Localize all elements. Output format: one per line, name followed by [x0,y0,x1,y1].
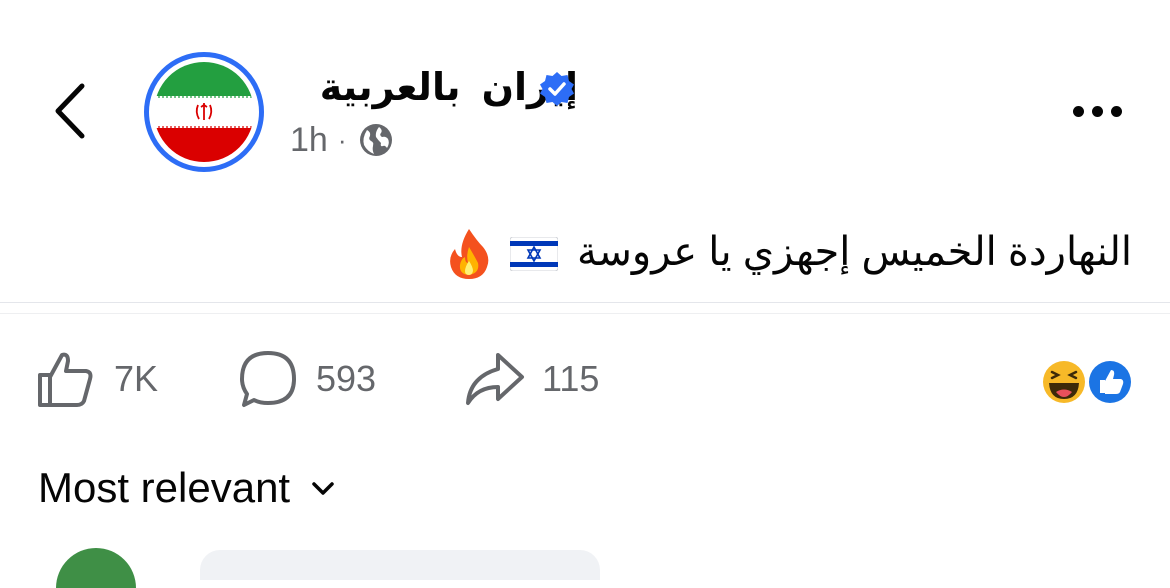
comment-count: 593 [316,358,377,399]
more-options-button[interactable] [1064,96,1130,126]
reactions-summary[interactable] [1036,356,1136,408]
iran-flag-avatar [154,62,254,162]
back-button[interactable] [48,78,94,144]
flag-israel-emoji [509,237,558,272]
chevron-down-icon [312,482,334,495]
post-message: النهاردة الخميس إجهزي يا عروسة [576,230,1132,274]
thumbs-up-icon [38,352,93,407]
more-dot [1110,105,1122,117]
fire-emoji [449,229,489,280]
comment-button[interactable]: 593 [236,344,376,414]
commenter-avatar[interactable] [56,548,136,588]
post-meta: 1h · [290,116,395,164]
more-horizontal-icon [1072,105,1084,117]
like-count: 7K [114,358,159,399]
comment-bubble[interactable] [200,550,600,580]
post-text: النهاردة الخميس إجهزي يا عروسة [447,220,1132,284]
globe-icon [359,124,392,156]
verified-badge-icon [538,70,576,108]
comment-bubble-icon [240,351,296,407]
like-button[interactable]: 7K [34,344,158,414]
sort-label: Most relevant [38,464,291,511]
haha-reaction-icon [1041,359,1087,405]
comments-sort-button[interactable]: Most relevant [38,458,338,518]
share-count: 115 [542,358,600,399]
post-time[interactable]: 1h [290,121,328,160]
divider [0,302,1170,303]
more-dot [1091,105,1103,117]
divider [0,313,1170,314]
chevron-left-icon [55,83,85,139]
meta-separator: · [337,124,347,155]
page-avatar[interactable] [144,52,264,172]
share-button[interactable]: 115 [462,344,599,414]
share-arrow-icon [466,353,524,405]
like-reaction-icon [1087,359,1133,405]
